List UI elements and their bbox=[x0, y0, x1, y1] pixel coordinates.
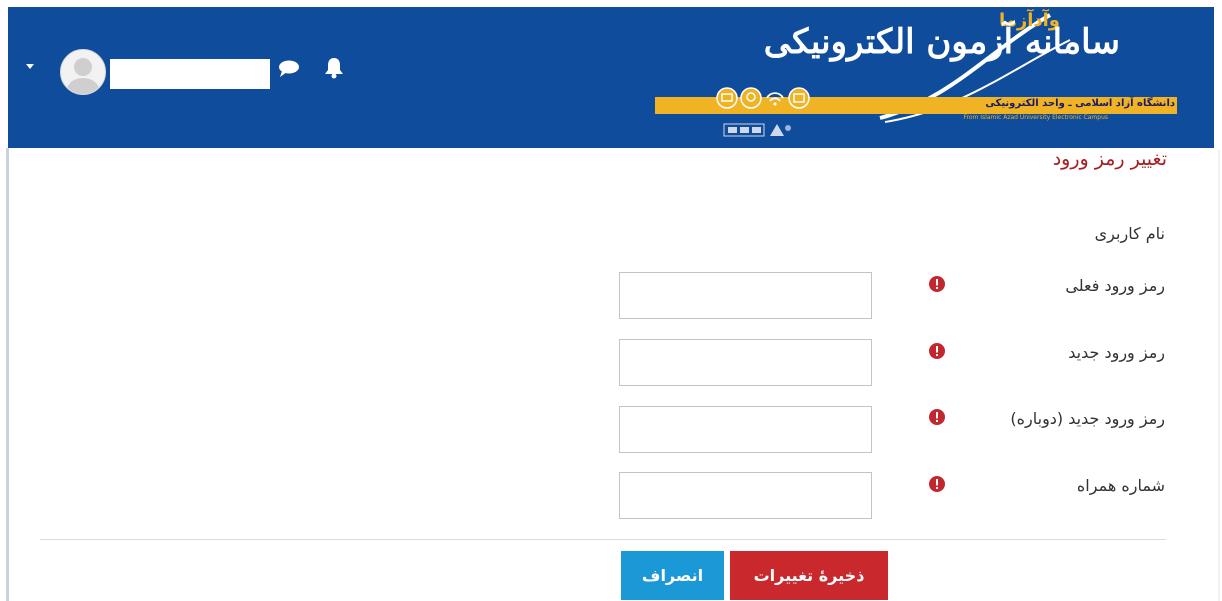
chat-icon[interactable] bbox=[278, 60, 300, 78]
page-title: تغییر رمز ورود bbox=[1052, 148, 1167, 170]
current-password-field[interactable] bbox=[619, 272, 872, 319]
user-menu-caret-icon[interactable] bbox=[26, 64, 34, 69]
right-scrollbar-track[interactable] bbox=[1218, 150, 1220, 601]
left-page-border bbox=[6, 148, 9, 601]
form-divider bbox=[40, 539, 1166, 540]
required-exclamation-icon bbox=[929, 343, 945, 359]
logo-badges bbox=[723, 123, 791, 137]
bell-icon[interactable] bbox=[324, 57, 344, 79]
logo-subtitle: From Islamic Azad University Electronic … bbox=[963, 114, 1108, 121]
mobile-label: شماره همراه bbox=[1076, 476, 1165, 495]
save-changes-button[interactable]: ذخیرهٔ تغییرات bbox=[730, 551, 888, 600]
user-name-redacted[interactable] bbox=[110, 59, 270, 89]
required-exclamation-icon bbox=[929, 476, 945, 492]
logo-tagline: دانشگاه آزاد اسلامی ـ واحد الکترونیکی bbox=[985, 98, 1175, 109]
logo-title: سامانه آزمون الکترونیکی bbox=[763, 22, 1120, 62]
logo-service-icons bbox=[716, 87, 810, 109]
required-exclamation-icon bbox=[929, 409, 945, 425]
avatar-body-shape bbox=[67, 78, 99, 94]
avatar-head-shape bbox=[74, 58, 92, 76]
new-password-again-field[interactable] bbox=[619, 406, 872, 453]
user-avatar[interactable] bbox=[60, 49, 106, 95]
site-logo[interactable]: وآدآزما سامانه آزمون الکترونیکی دانشگاه … bbox=[650, 10, 1180, 145]
cancel-button[interactable]: انصراف bbox=[621, 551, 724, 600]
current-password-label: رمز ورود فعلی bbox=[1065, 276, 1165, 295]
mobile-field[interactable] bbox=[619, 472, 872, 519]
new-password-label: رمز ورود جدید bbox=[1068, 343, 1165, 362]
required-exclamation-icon bbox=[929, 276, 945, 292]
new-password-field[interactable] bbox=[619, 339, 872, 386]
username-label: نام کاربری bbox=[1094, 224, 1165, 243]
new-password-again-label: رمز ورود جدید (دوباره) bbox=[1010, 409, 1165, 428]
